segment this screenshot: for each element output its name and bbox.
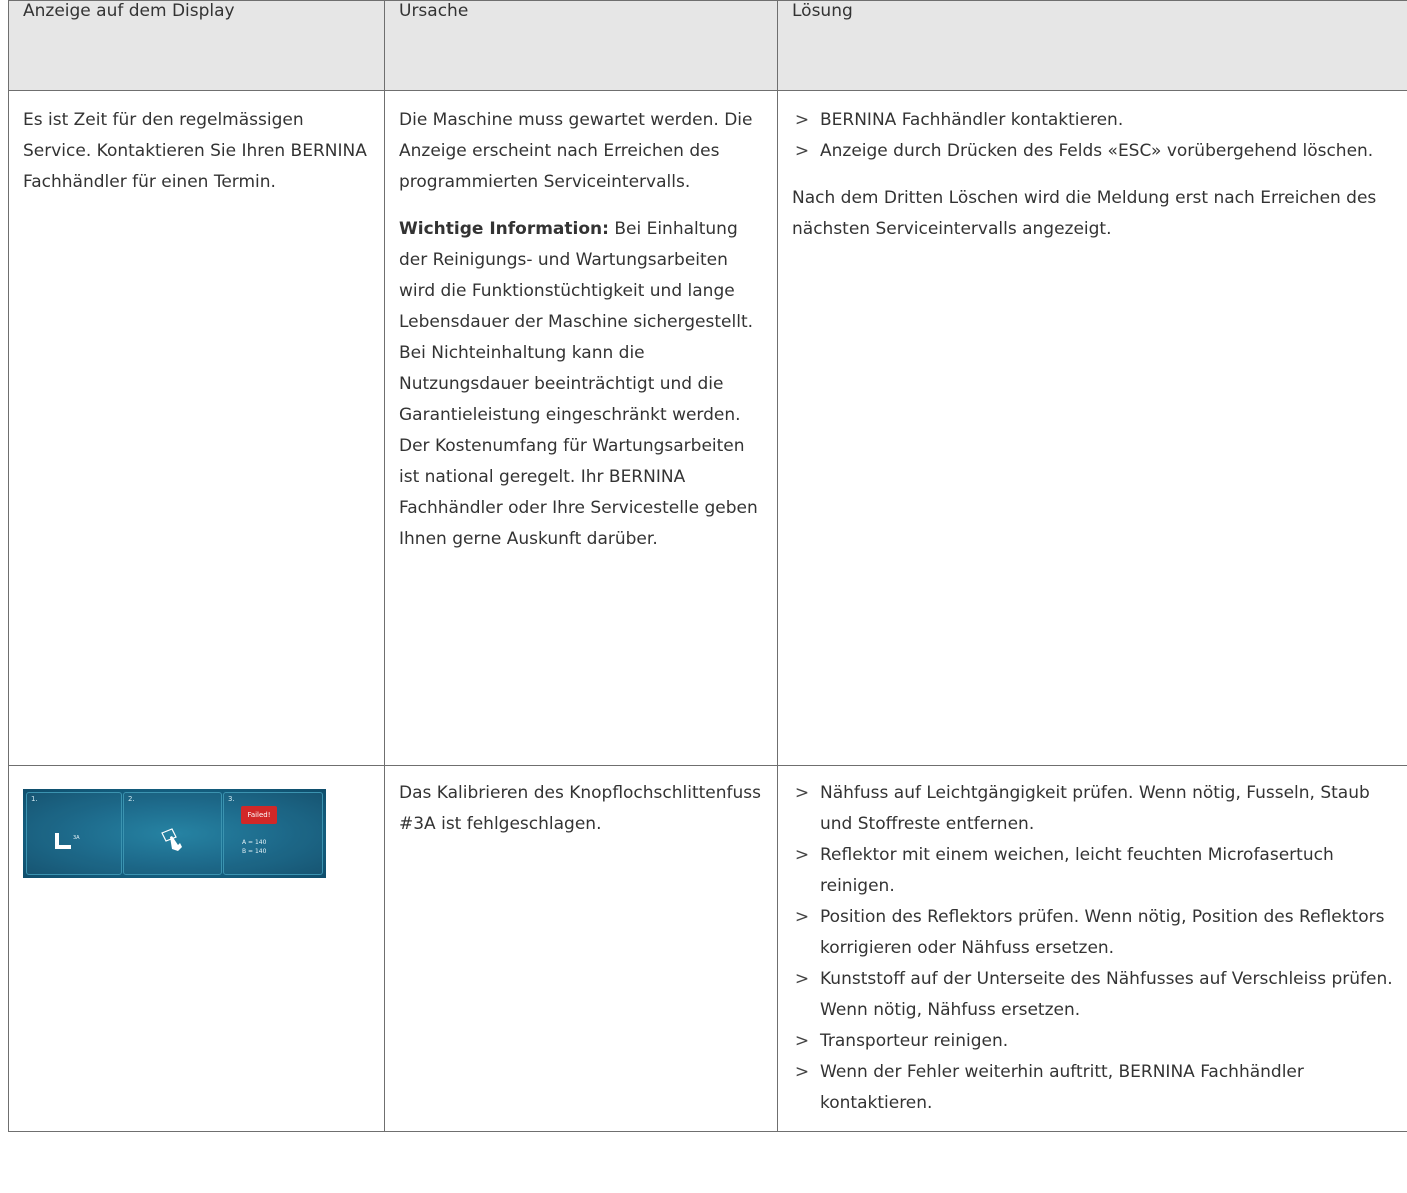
bullet-marker: > bbox=[794, 845, 810, 865]
solution-note: Nach dem Dritten Löschen wird die Meldun… bbox=[792, 188, 1377, 239]
panel-number: 2. bbox=[128, 795, 135, 803]
solution-steps: > Nähfuss auf Leichtgängigkeit prüfen. We… bbox=[792, 778, 1393, 1119]
solution-step: > Reflektor mit einem weichen, leicht feu… bbox=[792, 840, 1393, 902]
value-b: B = 140 bbox=[242, 848, 267, 855]
bullet-marker: > bbox=[794, 907, 810, 927]
troubleshooting-table: Anzeige auf dem Display Ursache Lösung E… bbox=[8, 0, 1407, 1132]
bullet-marker: > bbox=[794, 141, 810, 161]
solution-step-text: Position des Reflektors prüfen. Wenn nöt… bbox=[820, 907, 1385, 958]
solution-cell: > Nähfuss auf Leichtgängigkeit prüfen. We… bbox=[777, 765, 1407, 1132]
foot-label: 3A bbox=[73, 835, 80, 841]
panel-number: 1. bbox=[31, 795, 38, 803]
cause-note: Wichtige Information: Bei Einhaltung der… bbox=[399, 214, 763, 555]
solution-cell: > BERNINA Fachhändler kontaktieren. > Anze… bbox=[777, 90, 1407, 766]
screen-panel: 2. bbox=[123, 792, 222, 875]
display-cell: 1. 3A 2. 3. Failed! A = 140 B = 140 bbox=[8, 765, 385, 1132]
solution-step-text: Wenn der Fehler weiterhin auftritt, BERN… bbox=[820, 1062, 1304, 1113]
solution-step-text: Reflektor mit einem weichen, leicht feuc… bbox=[820, 845, 1334, 896]
solution-step-text: Anzeige durch Drücken des Felds «ESC» vo… bbox=[820, 141, 1374, 161]
solution-step-text: BERNINA Fachhändler kontaktieren. bbox=[820, 110, 1124, 130]
calibration-screen-image: 1. 3A 2. 3. Failed! A = 140 B = 140 bbox=[23, 789, 326, 878]
value-a: A = 140 bbox=[242, 839, 267, 846]
solution-step-text: Nähfuss auf Leichtgängigkeit prüfen. Wen… bbox=[820, 783, 1370, 834]
bullet-marker: > bbox=[794, 969, 810, 989]
presser-foot-icon: 3A bbox=[55, 833, 80, 849]
display-message: Es ist Zeit für den regelmässigen Servic… bbox=[23, 110, 367, 192]
header-cause: Ursache bbox=[384, 0, 778, 91]
bullet-marker: > bbox=[794, 110, 810, 130]
cause-note-label: Wichtige Information: bbox=[399, 219, 609, 239]
panel-number: 3. bbox=[228, 795, 235, 803]
table-row: Es ist Zeit für den regelmässigen Servic… bbox=[8, 90, 1407, 766]
cause-text: Die Maschine muss gewartet werden. Die A… bbox=[399, 110, 753, 192]
cause-cell: Das Kalibrieren des Knopflochschlittenfu… bbox=[384, 765, 778, 1132]
solution-step: > Anzeige durch Drücken des Felds «ESC» v… bbox=[792, 136, 1393, 167]
touch-hand-icon bbox=[161, 828, 182, 851]
header-solution: Lösung bbox=[777, 0, 1407, 91]
solution-step: > Position des Reflektors prüfen. Wenn nö… bbox=[792, 902, 1393, 964]
solution-steps: > BERNINA Fachhändler kontaktieren. > Anze… bbox=[792, 105, 1393, 167]
failed-badge: Failed! bbox=[241, 806, 277, 824]
screen-panel: 1. 3A bbox=[26, 792, 122, 875]
solution-step-text: Kunststoff auf der Unterseite des Nähfus… bbox=[820, 969, 1393, 1020]
display-cell: Es ist Zeit für den regelmässigen Servic… bbox=[8, 90, 385, 766]
cause-cell: Die Maschine muss gewartet werden. Die A… bbox=[384, 90, 778, 766]
cause-note-text: Bei Einhaltung der Reinigungs- und Wartu… bbox=[399, 219, 758, 549]
solution-step: > Wenn der Fehler weiterhin auftritt, BER… bbox=[792, 1057, 1393, 1119]
bullet-marker: > bbox=[794, 1062, 810, 1082]
bullet-marker: > bbox=[794, 1031, 810, 1051]
solution-step: > Transporteur reinigen. bbox=[792, 1026, 1393, 1057]
bullet-marker: > bbox=[794, 783, 810, 803]
header-display: Anzeige auf dem Display bbox=[8, 0, 385, 91]
screen-panel: 3. Failed! A = 140 B = 140 bbox=[223, 792, 323, 875]
cause-text: Das Kalibrieren des Knopflochschlittenfu… bbox=[399, 783, 762, 834]
solution-step-text: Transporteur reinigen. bbox=[820, 1031, 1009, 1051]
solution-step: > Kunststoff auf der Unterseite des Nähfu… bbox=[792, 964, 1393, 1026]
solution-step: > BERNINA Fachhändler kontaktieren. bbox=[792, 105, 1393, 136]
table-header-row: Anzeige auf dem Display Ursache Lösung bbox=[8, 0, 1407, 91]
table-row: 1. 3A 2. 3. Failed! A = 140 B = 140 Das … bbox=[8, 765, 1407, 1132]
solution-step: > Nähfuss auf Leichtgängigkeit prüfen. We… bbox=[792, 778, 1393, 840]
